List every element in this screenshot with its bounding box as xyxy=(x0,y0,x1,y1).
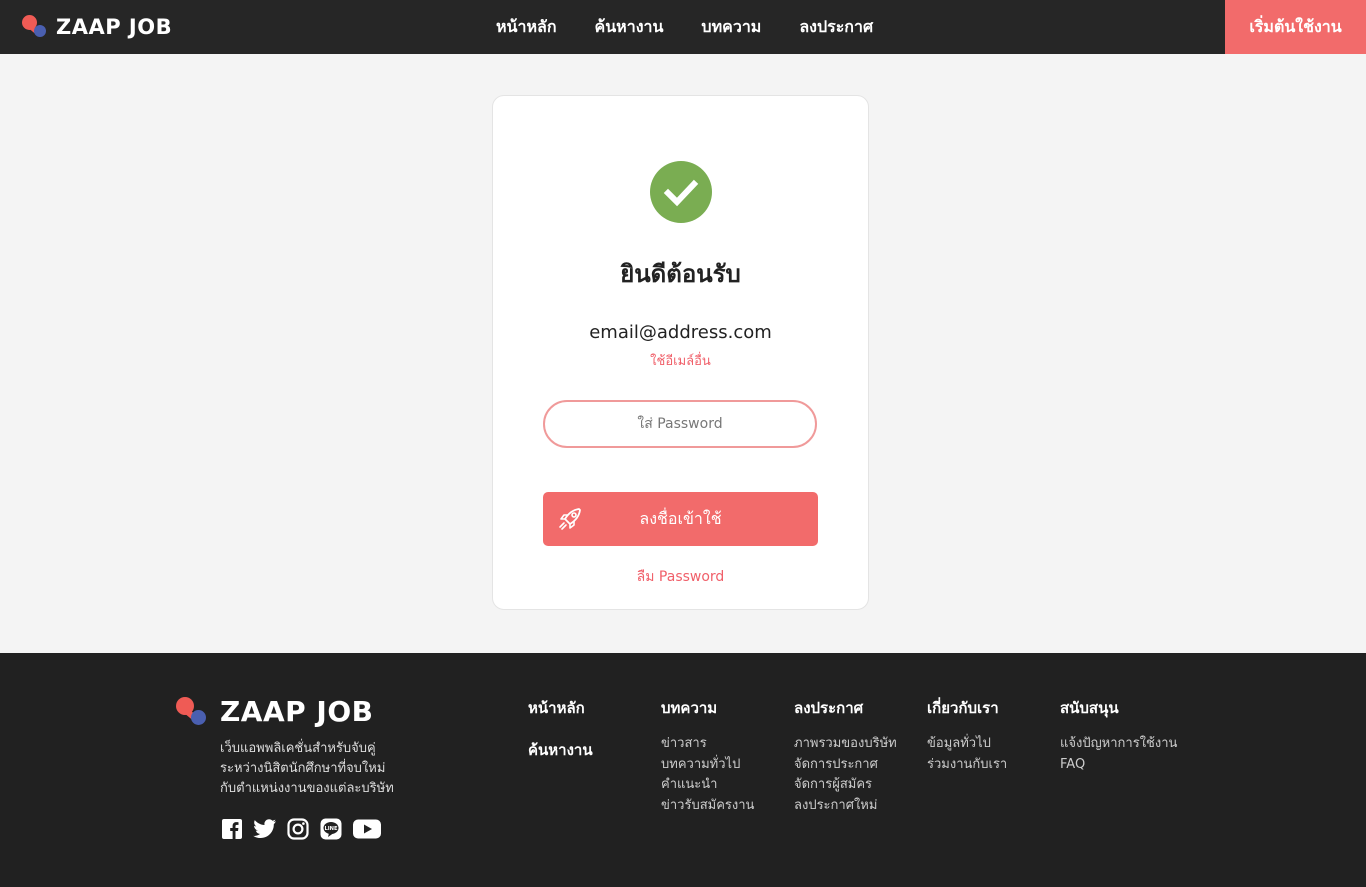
login-button-label: ลงชื่อเข้าใช้ xyxy=(639,508,722,528)
main-nav: หน้าหลัก ค้นหางาน บทความ ลงประกาศ xyxy=(496,0,911,54)
line-icon[interactable]: LINE xyxy=(319,817,343,841)
facebook-icon[interactable] xyxy=(220,817,244,841)
footer-link[interactable]: ข้อมูลทั่วไป xyxy=(927,734,1007,755)
footer-link[interactable]: บทความทั่วไป xyxy=(661,755,754,776)
rocket-icon xyxy=(559,508,581,530)
footer-col-heading[interactable]: เกี่ยวกับเรา xyxy=(927,696,1007,720)
nav-home[interactable]: หน้าหลัก xyxy=(496,15,557,40)
footer-link[interactable]: ร่วมงานกับเรา xyxy=(927,755,1007,776)
footer-link[interactable]: ข่าวสาร xyxy=(661,734,754,755)
top-navbar: ZAAP JOB หน้าหลัก ค้นหางาน บทความ ลงประก… xyxy=(0,0,1366,54)
footer-link[interactable]: ข่าวรับสมัครงาน xyxy=(661,796,754,817)
footer-col-post: ลงประกาศ ภาพรวมของบริษัท จัดการประกาศ จั… xyxy=(794,696,897,816)
footer-brand-name: ZAAP JOB xyxy=(220,695,374,728)
footer-link-home[interactable]: หน้าหลัก xyxy=(528,696,593,720)
svg-text:LINE: LINE xyxy=(324,826,338,832)
login-button[interactable]: ลงชื่อเข้าใช้ xyxy=(543,492,818,546)
logo-mark-icon xyxy=(176,696,208,728)
nav-post-job[interactable]: ลงประกาศ xyxy=(799,15,873,40)
brand-logo[interactable]: ZAAP JOB xyxy=(22,14,172,40)
footer-link[interactable]: ภาพรวมของบริษัท xyxy=(794,734,897,755)
footer-link[interactable]: จัดการประกาศ xyxy=(794,755,897,776)
footer-col-home: หน้าหลัก ค้นหางาน xyxy=(528,696,593,762)
password-input[interactable] xyxy=(543,400,817,448)
footer-col-heading[interactable]: ลงประกาศ xyxy=(794,696,897,720)
footer-link[interactable]: แจ้งปัญหาการใช้งาน xyxy=(1060,734,1177,755)
tagline-line: ระหว่างนิสิตนักศึกษาที่จบใหม่ xyxy=(220,761,386,776)
social-links: LINE xyxy=(220,817,391,841)
footer-link[interactable]: จัดการผู้สมัคร xyxy=(794,775,897,796)
site-footer: ZAAP JOB เว็บแอพพลิเคชั่นสำหรับจับคู่ ระ… xyxy=(0,653,1366,887)
footer-tagline: เว็บแอพพลิเคชั่นสำหรับจับคู่ ระหว่างนิสิ… xyxy=(220,739,394,799)
brand-name: ZAAP JOB xyxy=(56,15,173,39)
footer-col-about: เกี่ยวกับเรา ข้อมูลทั่วไป ร่วมงานกับเรา xyxy=(927,696,1007,775)
tagline-line: กับตำแหน่งงานของแต่ละบริษัท xyxy=(220,781,394,796)
check-circle-icon xyxy=(650,161,712,223)
get-started-button[interactable]: เริ่มต้นใช้งาน xyxy=(1225,0,1366,54)
nav-articles[interactable]: บทความ xyxy=(701,15,761,40)
footer-link[interactable]: FAQ xyxy=(1060,755,1177,776)
email-display: email@address.com xyxy=(589,322,772,343)
footer-col-heading[interactable]: บทความ xyxy=(661,696,754,720)
login-card: ยินดีต้อนรับ email@address.com ใช้อีเมล์… xyxy=(492,95,869,610)
footer-link-search-jobs[interactable]: ค้นหางาน xyxy=(528,738,593,762)
twitter-icon[interactable] xyxy=(253,817,277,841)
footer-link[interactable]: คำแนะนำ xyxy=(661,775,754,796)
footer-link[interactable]: ลงประกาศใหม่ xyxy=(794,796,897,817)
use-other-email-link[interactable]: ใช้อีเมล์อื่น xyxy=(493,350,868,371)
youtube-icon[interactable] xyxy=(352,817,382,841)
tagline-line: เว็บแอพพลิเคชั่นสำหรับจับคู่ xyxy=(220,741,376,756)
forgot-password-link[interactable]: ลืม Password xyxy=(493,566,868,588)
logo-mark-icon xyxy=(22,14,48,40)
welcome-title: ยินดีต้อนรับ xyxy=(620,260,741,288)
footer-col-articles: บทความ ข่าวสาร บทความทั่วไป คำแนะนำ ข่าว… xyxy=(661,696,754,816)
instagram-icon[interactable] xyxy=(286,817,310,841)
footer-col-heading[interactable]: สนับสนุน xyxy=(1060,696,1177,720)
footer-col-support: สนับสนุน แจ้งปัญหาการใช้งาน FAQ xyxy=(1060,696,1177,775)
footer-brand-logo[interactable]: ZAAP JOB xyxy=(176,695,373,728)
nav-search-jobs[interactable]: ค้นหางาน xyxy=(595,15,664,40)
